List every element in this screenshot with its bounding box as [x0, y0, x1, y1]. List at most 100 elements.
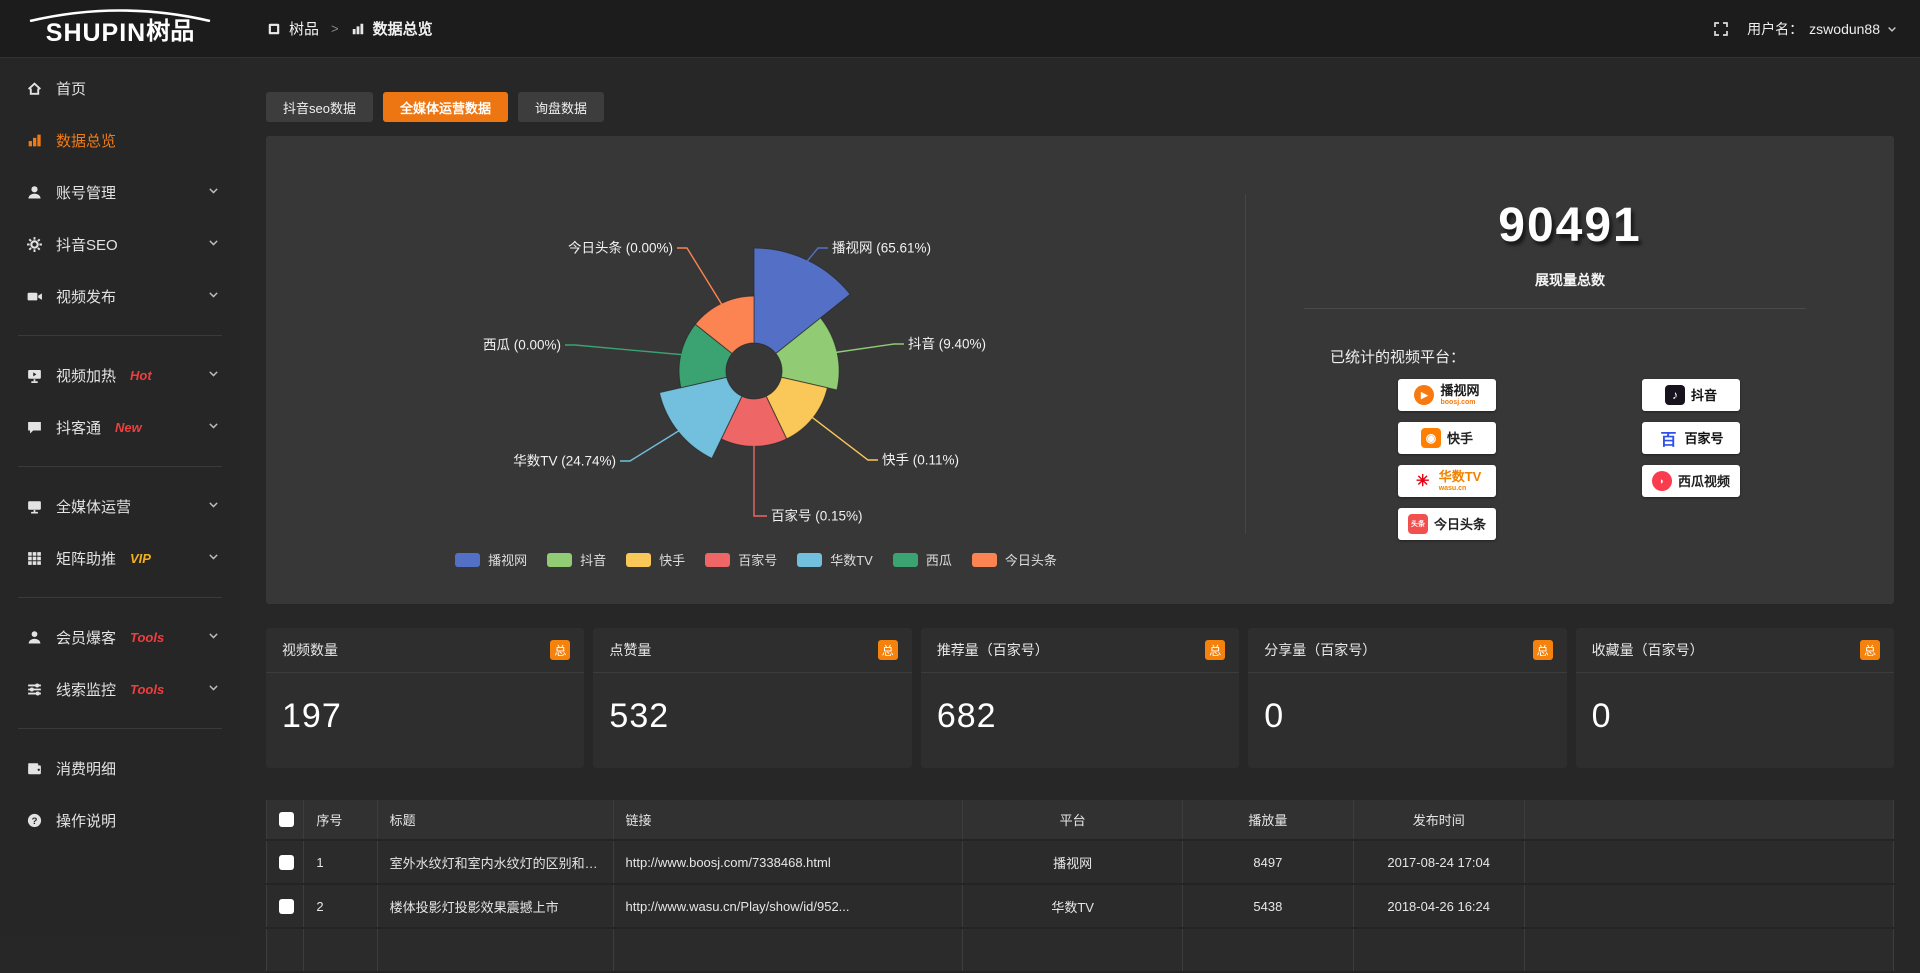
legend-label: 快手: [659, 550, 685, 569]
video-icon: [26, 288, 43, 305]
stat-card-点赞量: 点赞量总532: [593, 628, 911, 768]
fullscreen-icon[interactable]: [1713, 21, 1729, 37]
legend-chip: [972, 553, 997, 567]
sidebar-item-全媒体运营[interactable]: 全媒体运营: [0, 480, 240, 532]
row-no: 1: [304, 840, 377, 884]
label-line-播视网: [806, 248, 828, 262]
sidebar-item-账号管理[interactable]: 账号管理: [0, 166, 240, 218]
sidebar-item-数据总览[interactable]: 数据总览: [0, 114, 240, 166]
sidebar-item-视频发布[interactable]: 视频发布: [0, 270, 240, 322]
row-url-link[interactable]: http://www.boosj.com/7338468.html: [613, 840, 963, 884]
slice-label-百家号: 百家号 (0.15%): [771, 508, 863, 524]
platform-name: 百家号: [1684, 432, 1723, 445]
platform-badge-texts: 播视网boosj.com: [1440, 384, 1479, 406]
col-header-平台: 平台: [963, 800, 1183, 840]
slice-label-抖音: 抖音 (9.40%): [908, 336, 986, 352]
legend-item-百家号[interactable]: 百家号: [705, 550, 777, 569]
sidebar-item-视频加热[interactable]: 视频加热Hot: [0, 349, 240, 401]
legend-item-抖音[interactable]: 抖音: [547, 550, 606, 569]
row-checkbox-cell: [267, 840, 304, 884]
tab-询盘数据[interactable]: 询盘数据: [518, 92, 604, 122]
tab-抖音seo数据[interactable]: 抖音seo数据: [266, 92, 373, 122]
sidebar-item-首页[interactable]: 首页: [0, 62, 240, 114]
tab-全媒体运营数据[interactable]: 全媒体运营数据: [383, 92, 508, 122]
sidebar-item-消费明细[interactable]: 消费明细: [0, 742, 240, 794]
col-header-blank: [267, 800, 304, 840]
platform-badge-texts: 今日头条: [1434, 518, 1486, 531]
svg-text:?: ?: [32, 815, 38, 826]
total-impressions-value: 90491: [1246, 198, 1894, 253]
rose-slice-华数TV[interactable]: [659, 377, 741, 458]
stat-card-header: 视频数量总: [266, 628, 584, 673]
wallet-icon: [26, 760, 43, 777]
sidebar-divider: [18, 335, 222, 336]
legend-label: 抖音: [580, 550, 606, 569]
total-badge: 总: [550, 640, 570, 660]
legend-item-播视网[interactable]: 播视网: [455, 550, 527, 569]
legend-chip: [547, 553, 572, 567]
breadcrumb-separator: >: [331, 21, 339, 36]
sidebar-item-tag: New: [115, 420, 142, 435]
stat-card-分享量（百家号）: 分享量（百家号）总0: [1248, 628, 1566, 768]
row-platform: [963, 928, 1183, 972]
chevron-down-icon: [207, 419, 220, 436]
slice-label-华数TV: 华数TV (24.74%): [513, 454, 616, 469]
platform-badge-texts: 西瓜视频: [1678, 475, 1730, 488]
row-title-link[interactable]: 楼体投影灯投影效果震撼上市: [377, 884, 613, 928]
breadcrumb-root-icon: [267, 22, 281, 36]
row-checkbox[interactable]: [279, 899, 294, 914]
toutiao-logo: 头条: [1408, 514, 1428, 534]
legend-item-快手[interactable]: 快手: [626, 550, 685, 569]
sidebar-item-label: 数据总览: [56, 130, 116, 151]
legend-chip: [705, 553, 730, 567]
username: zswodun88: [1809, 21, 1880, 37]
sidebar-item-操作说明[interactable]: ?操作说明: [0, 794, 240, 846]
sidebar-item-抖音SEO[interactable]: 抖音SEO: [0, 218, 240, 270]
row-time: [1353, 928, 1524, 972]
legend-item-华数TV[interactable]: 华数TV: [797, 550, 873, 569]
platform-badge-texts: 快手: [1447, 432, 1473, 445]
row-url-link[interactable]: http://www.wasu.cn/Play/show/id/952...: [613, 884, 963, 928]
stat-card-title: 收藏量（百家号）: [1592, 640, 1704, 660]
chart-legend: 播视网 抖音 快手 百家号 华数TV 西瓜 今日头条: [266, 550, 1246, 569]
app-logo: SHUPIN 树品: [0, 0, 240, 58]
sidebar-item-矩阵助推[interactable]: 矩阵助推VIP: [0, 532, 240, 584]
sidebar: 首页数据总览账号管理抖音SEO 视频发布视频加热Hot 抖客通 New 全媒体运营矩阵助…: [0, 58, 240, 936]
user-icon: [26, 184, 43, 201]
sidebar-item-label: 抖音SEO: [56, 234, 118, 255]
stat-card-header: 点赞量总: [593, 628, 911, 673]
question-icon: ?: [26, 812, 43, 829]
label-line-快手: [811, 417, 878, 460]
platform-badge-texts: 华数TVwasu.cn: [1439, 470, 1482, 492]
baijiahao-logo: 百: [1658, 428, 1678, 448]
sidebar-item-label: 视频发布: [56, 286, 116, 307]
legend-item-今日头条[interactable]: 今日头条: [972, 550, 1057, 569]
total-badge: 总: [1205, 640, 1225, 660]
table-body: 1室外水纹灯和室内水纹灯的区别和简介http://www.boosj.com/7…: [267, 840, 1894, 972]
row-no: [304, 928, 377, 972]
platform-badge-快手: ◉快手: [1398, 422, 1496, 454]
row-checkbox[interactable]: [279, 855, 294, 870]
platform-badge-今日头条: 头条今日头条: [1398, 508, 1496, 540]
row-title-link: [377, 928, 613, 972]
platform-badge-texts: 百家号: [1684, 432, 1723, 445]
platform-badge-西瓜视频: ◗西瓜视频: [1642, 465, 1740, 497]
col-header-链接: 链接: [613, 800, 963, 840]
user-menu[interactable]: 用户名：zswodun88: [1747, 19, 1898, 39]
legend-item-西瓜[interactable]: 西瓜: [893, 550, 952, 569]
breadcrumb-page-icon: [351, 22, 365, 36]
stat-cards-row: 视频数量总197点赞量总532推荐量（百家号）总682分享量（百家号）总0收藏量…: [266, 628, 1894, 768]
select-all-checkbox[interactable]: [279, 812, 294, 827]
monitor-play-icon: [26, 367, 43, 384]
sidebar-divider: [18, 728, 222, 729]
row-title-link[interactable]: 室外水纹灯和室内水纹灯的区别和简介: [377, 840, 613, 884]
breadcrumb-root[interactable]: 树品: [289, 18, 319, 39]
sidebar-item-会员爆客[interactable]: 会员爆客Tools: [0, 611, 240, 663]
sidebar-item-label: 抖客通: [56, 417, 101, 438]
table-row: 2楼体投影灯投影效果震撼上市http://www.wasu.cn/Play/sh…: [267, 884, 1894, 928]
monitor-icon: [26, 498, 43, 515]
sidebar-item-label: 全媒体运营: [56, 496, 131, 517]
sidebar-item-抖客通[interactable]: 抖客通 New: [0, 401, 240, 453]
sidebar-item-线索监控[interactable]: 线索监控Tools: [0, 663, 240, 715]
label-line-百家号: [754, 444, 767, 516]
